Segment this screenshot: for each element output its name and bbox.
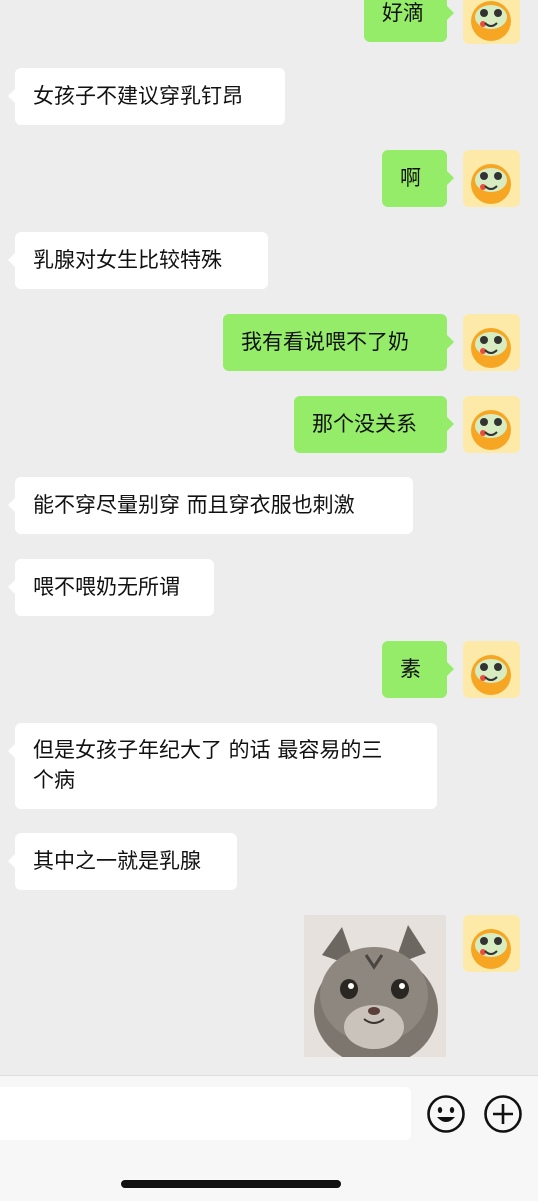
user-avatar[interactable] (463, 396, 520, 453)
plus-circle-icon[interactable] (483, 1094, 523, 1134)
cat-photo-message[interactable] (304, 915, 446, 1057)
user-avatar[interactable] (463, 314, 520, 371)
user-avatar[interactable]: ~ (463, 0, 520, 44)
frog-avatar-icon (463, 396, 520, 453)
message-bubble-incoming[interactable]: 女孩子不建议穿乳钉昂 (8, 68, 285, 125)
user-avatar[interactable] (463, 150, 520, 207)
message-bubble-outgoing[interactable]: 好滴 (364, 0, 454, 42)
message-bubble-incoming[interactable]: 喂不喂奶无所谓 (8, 559, 214, 616)
message-bubble-incoming[interactable]: 能不穿尽量别穿 而且穿衣服也刺激 (8, 477, 413, 534)
user-avatar[interactable] (463, 915, 520, 972)
home-indicator[interactable] (121, 1180, 341, 1188)
message-bubble-outgoing[interactable]: 啊 (382, 150, 454, 207)
user-avatar[interactable] (463, 641, 520, 698)
frog-avatar-icon (463, 641, 520, 698)
message-bubble-incoming[interactable]: 乳腺对女生比较特殊 (8, 232, 268, 289)
chat-area[interactable]: 好滴 ~ 女孩子不建议穿乳钉昂 啊 乳腺对女生比较特殊 我有看说喂不了奶 那个没… (0, 0, 538, 1075)
message-bubble-outgoing[interactable]: 那个没关系 (294, 396, 454, 453)
frog-avatar-icon: ~ (463, 0, 520, 44)
message-bubble-incoming[interactable]: 其中之一就是乳腺 (8, 833, 237, 890)
smiley-face-icon[interactable] (426, 1094, 466, 1134)
message-input[interactable] (0, 1087, 411, 1140)
cat-photo-icon (304, 915, 446, 1057)
frog-avatar-icon (463, 314, 520, 371)
message-bubble-outgoing[interactable]: 我有看说喂不了奶 (223, 314, 454, 371)
message-bubble-outgoing[interactable]: 素 (382, 641, 454, 698)
frog-avatar-icon (463, 150, 520, 207)
frog-avatar-icon (463, 915, 520, 972)
svg-text:~: ~ (507, 0, 515, 4)
message-bubble-incoming[interactable]: 但是女孩子年纪大了 的话 最容易的三 个病 (8, 723, 437, 809)
